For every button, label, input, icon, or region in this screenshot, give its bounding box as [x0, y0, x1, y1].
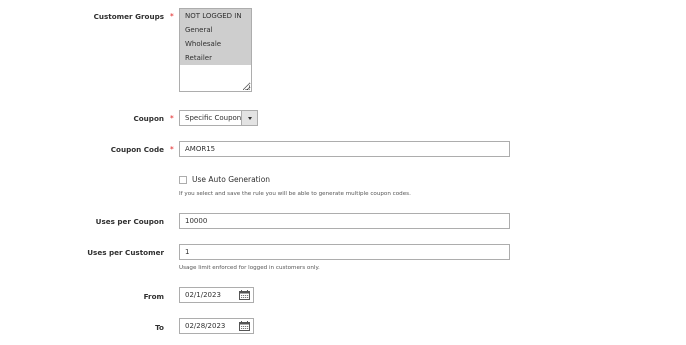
from-date-field[interactable]: 02/1/2023 [179, 287, 254, 303]
customer-groups-multiselect[interactable]: NOT LOGGED IN General Wholesale Retailer [179, 8, 252, 92]
uses-per-customer-note: Usage limit enforced for logged in custo… [179, 265, 320, 271]
coupon-label: Coupon [133, 114, 164, 123]
from-date-value: 02/1/2023 [185, 291, 221, 299]
required-marker: * [170, 145, 174, 154]
calendar-icon[interactable] [237, 319, 251, 333]
auto-generation-checkbox[interactable] [179, 176, 187, 184]
auto-generation-label[interactable]: Use Auto Generation [192, 175, 270, 184]
customer-groups-label: Customer Groups [93, 12, 164, 21]
customer-group-option[interactable]: General [180, 23, 251, 37]
coupon-selected-value: Specific Coupon [185, 114, 242, 122]
to-date-label: To [155, 323, 164, 332]
auto-generation-note: If you select and save the rule you will… [179, 191, 411, 197]
coupon-code-input[interactable]: AMOR15 [179, 141, 510, 157]
uses-per-coupon-label: Uses per Coupon [95, 217, 164, 226]
from-date-label: From [143, 292, 164, 301]
required-marker: * [170, 114, 174, 123]
customer-group-option[interactable]: Wholesale [180, 37, 251, 51]
to-date-field[interactable]: 02/28/2023 [179, 318, 254, 334]
chevron-down-icon [247, 116, 252, 120]
coupon-select[interactable]: Specific Coupon [179, 110, 258, 126]
dropdown-arrow-button[interactable] [241, 111, 257, 125]
customer-group-option[interactable]: NOT LOGGED IN [180, 9, 251, 23]
to-date-value: 02/28/2023 [185, 322, 226, 330]
uses-per-customer-input[interactable]: 1 [179, 244, 510, 260]
customer-group-option[interactable]: Retailer [180, 51, 251, 65]
uses-per-customer-label: Uses per Customer [87, 248, 164, 257]
required-marker: * [170, 12, 174, 21]
coupon-code-label: Coupon Code [110, 145, 164, 154]
resize-handle-icon[interactable] [245, 85, 250, 90]
uses-per-coupon-input[interactable]: 10000 [179, 213, 510, 229]
calendar-icon[interactable] [237, 288, 251, 302]
